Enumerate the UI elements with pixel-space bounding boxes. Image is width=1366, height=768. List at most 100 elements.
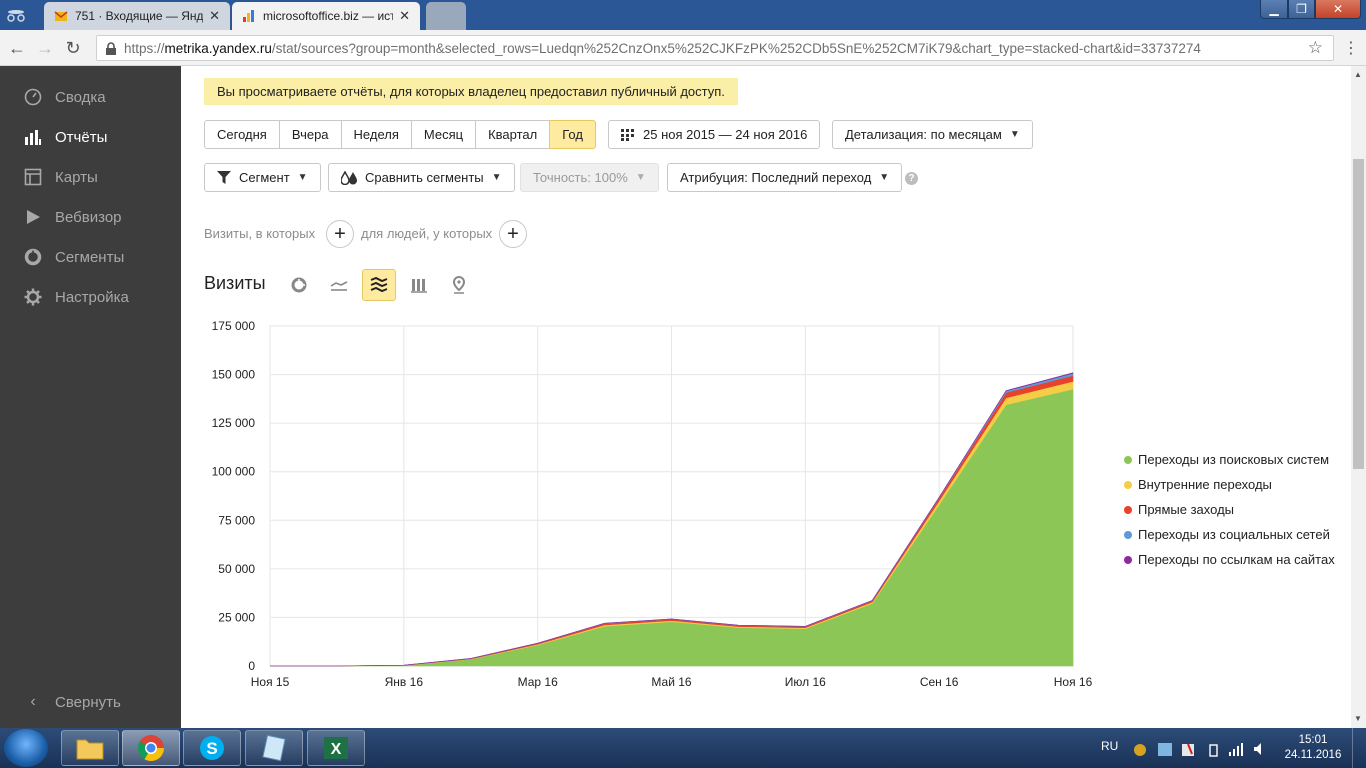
browser-tab-mail[interactable]: 751 · Входящие — Яндекс ✕ [44, 2, 230, 30]
legend-item-internal[interactable]: Внутренние переходы [1124, 477, 1272, 492]
tray-icons[interactable] [1132, 740, 1272, 758]
period-today-button[interactable]: Сегодня [204, 120, 280, 149]
detail-dropdown[interactable]: Детализация: по месяцам ▼ [832, 120, 1033, 149]
x-tick-label: Ноя 15 [251, 675, 290, 689]
date-range-picker[interactable]: 25 ноя 2015 — 24 ноя 2016 [608, 120, 821, 149]
mail-favicon-icon [54, 11, 68, 21]
taskbar-skype[interactable]: S [183, 730, 241, 766]
start-button[interactable] [4, 729, 48, 767]
clock-time: 15:01 [1298, 734, 1328, 746]
page-scrollbar[interactable]: ▲ ▼ [1351, 66, 1366, 728]
tab-close-icon[interactable]: ✕ [209, 8, 220, 24]
scroll-up-arrow-icon[interactable]: ▲ [1354, 70, 1362, 79]
period-yesterday-button[interactable]: Вчера [279, 120, 342, 149]
add-visit-condition-button[interactable]: + [326, 220, 354, 248]
segments-icon [24, 248, 42, 266]
browser-tab-active[interactable]: microsoftoffice.biz — ист ✕ [232, 2, 420, 30]
accuracy-dropdown: Точность: 100% ▼ [520, 163, 659, 192]
forward-button[interactable]: → [34, 37, 56, 59]
map-layout-icon [24, 168, 42, 186]
x-tick-label: Ноя 16 [1054, 675, 1093, 689]
public-access-notice: Вы просматриваете отчёты, для которых вл… [204, 78, 738, 105]
stacked-area-icon [370, 277, 388, 293]
address-bar[interactable]: https:// metrika.yandex.ru /stat/sources… [96, 35, 1334, 61]
period-month-button[interactable]: Месяц [411, 120, 477, 149]
segment-dropdown[interactable]: Сегмент ▼ [204, 163, 321, 192]
people-filter-label: для людей, у которых [361, 226, 493, 241]
sidebar-collapse-button[interactable]: ‹ Свернуть [0, 687, 181, 717]
line-chart-view-button[interactable] [322, 269, 356, 301]
legend-label: Прямые заходы [1138, 502, 1235, 517]
chevron-down-icon: ▼ [491, 172, 502, 183]
y-tick-label: 50 000 [218, 562, 255, 576]
legend-swatch [1124, 480, 1132, 489]
sidebar-item-segments[interactable]: Сегменты [0, 242, 181, 272]
date-range-label: 25 ноя 2015 — 24 ноя 2016 [643, 127, 808, 142]
new-tab-button[interactable] [426, 2, 466, 30]
sidebar-item-settings[interactable]: Настройка [0, 282, 181, 312]
maximize-button[interactable]: ❐ [1288, 0, 1315, 19]
legend-item-links[interactable]: Переходы по ссылкам на сайтах [1124, 552, 1335, 567]
sidebar-item-maps[interactable]: Карты [0, 162, 181, 192]
scroll-thumb[interactable] [1353, 159, 1364, 469]
collapse-label: Свернуть [55, 693, 121, 711]
chevron-down-icon: ▼ [879, 172, 890, 183]
sidebar-item-label: Отчёты [55, 128, 108, 146]
stacked-chart-view-button[interactable] [362, 269, 396, 301]
reload-button[interactable]: ↻ [62, 37, 84, 59]
legend-swatch [1124, 505, 1132, 514]
taskbar-excel[interactable]: X [307, 730, 365, 766]
taskbar-notepad[interactable] [245, 730, 303, 766]
legend-label: Переходы по ссылкам на сайтах [1138, 552, 1335, 567]
legend-item-social[interactable]: Переходы из социальных сетей [1124, 527, 1330, 542]
tab-title: microsoftoffice.biz — ист [263, 9, 394, 23]
period-year-button[interactable]: Год [550, 120, 596, 149]
minimize-button[interactable]: ▁ [1260, 0, 1288, 19]
filter-funnel-icon [217, 171, 231, 184]
bar-chart-icon [24, 128, 42, 146]
chevron-down-icon: ▼ [297, 172, 308, 183]
y-tick-label: 100 000 [212, 465, 256, 479]
add-people-condition-button[interactable]: + [499, 220, 527, 248]
bookmark-star-icon[interactable]: ☆ [1308, 38, 1323, 58]
pie-chart-icon [291, 277, 307, 293]
lock-icon [106, 41, 116, 55]
legend-item-direct[interactable]: Прямые заходы [1124, 502, 1234, 517]
x-tick-label: Сен 16 [920, 675, 959, 689]
stacked-area-chart: 0 25 000 50 000 75 000 100 000 125 000 150 000… [212, 319, 1093, 689]
system-clock[interactable]: 15:01 24.11.2016 [1283, 733, 1343, 763]
close-window-button[interactable]: ✕ [1315, 0, 1361, 19]
period-quarter-button[interactable]: Квартал [476, 120, 551, 149]
taskbar-explorer[interactable] [61, 730, 119, 766]
menu-button[interactable]: ⋮ [1340, 37, 1362, 59]
legend-item-search[interactable]: Переходы из поисковых систем [1124, 452, 1329, 467]
y-tick-label: 25 000 [218, 610, 255, 624]
attribution-dropdown[interactable]: Атрибуция: Последний переход ▼ [667, 163, 903, 192]
sidebar-item-webvisor[interactable]: Вебвизор [0, 202, 181, 232]
chevron-down-icon: ▼ [635, 172, 646, 183]
site-favicon-icon [243, 10, 254, 22]
back-button[interactable]: ← [6, 37, 28, 59]
y-tick-label: 175 000 [212, 319, 256, 333]
legend-swatch [1124, 455, 1132, 464]
gear-icon [24, 288, 42, 306]
sidebar-item-summary[interactable]: Сводка [0, 82, 181, 112]
column-chart-view-button[interactable] [402, 269, 436, 301]
input-language[interactable]: RU [1101, 739, 1118, 753]
scroll-down-arrow-icon[interactable]: ▼ [1354, 714, 1362, 723]
x-tick-label: Янв 16 [385, 675, 424, 689]
taskbar-chrome[interactable] [122, 730, 180, 766]
url-host: metrika.yandex.ru [164, 40, 272, 56]
tab-close-icon[interactable]: ✕ [399, 8, 410, 24]
show-desktop-button[interactable] [1352, 728, 1366, 768]
clock-date: 24.11.2016 [1284, 749, 1342, 761]
sidebar-item-label: Сегменты [55, 248, 125, 266]
incognito-icon [7, 10, 25, 22]
sidebar-item-reports[interactable]: Отчёты [0, 122, 181, 152]
geo-map-view-button[interactable] [442, 269, 476, 301]
pie-chart-view-button[interactable] [282, 269, 316, 301]
x-tick-label: Мар 16 [518, 675, 558, 689]
compare-segments-dropdown[interactable]: Сравнить сегменты ▼ [328, 163, 515, 192]
period-week-button[interactable]: Неделя [341, 120, 412, 149]
help-icon[interactable]: ? [905, 172, 918, 185]
